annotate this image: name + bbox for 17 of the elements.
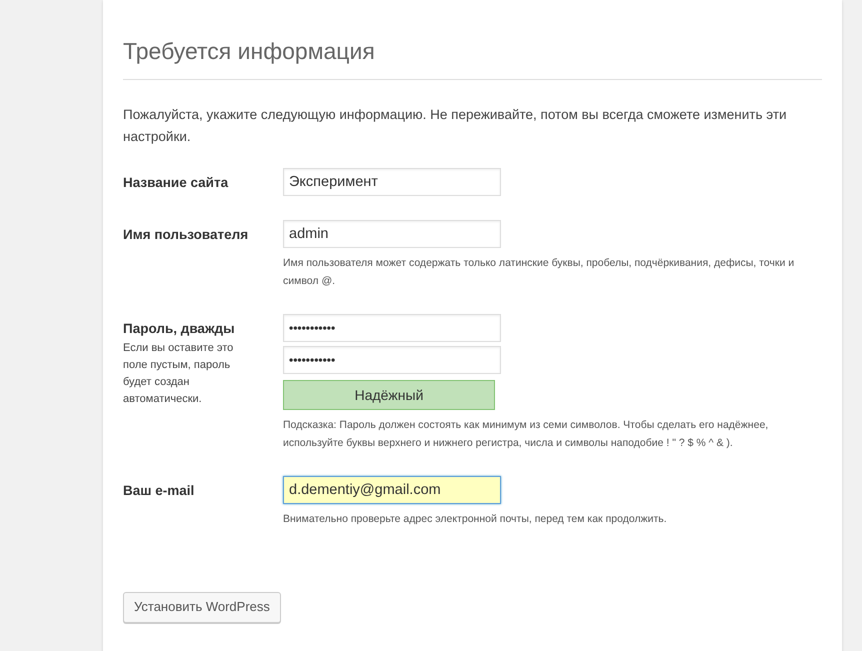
email-field[interactable]: d.dementiy@gmail.com	[283, 476, 501, 504]
field-label: Пароль, дважды	[123, 321, 236, 336]
password-field[interactable]: •••••••••••	[283, 314, 501, 342]
field-hint: Имя пользователя может содержать только латинские буквы, пробелы, подчёркивания, дефисы, точки и символ @.	[283, 256, 796, 289]
password-field[interactable]: •••••••••••	[283, 346, 501, 374]
input-field[interactable]: admin	[283, 220, 501, 248]
field-label: Название сайта	[123, 175, 230, 190]
field-label: Ваш e-mail	[123, 483, 196, 498]
input-field[interactable]: Эксперимент	[283, 168, 501, 196]
field-hint: Подсказка: Пароль должен состоять как минимум из семи символов. Чтобы сделать его надёжнее, используйте буквы верхнего и нижнего регистра, числа и символы наподобие ! " ? $ % ^ & ).	[283, 418, 770, 451]
section-heading: Требуется информация	[123, 38, 822, 80]
install-button[interactable]: Установить WordPress	[123, 592, 281, 623]
intro-text: Пожалуйста, укажите следующую информацию. Не переживайте, потом вы всегда сможете изменить эти настройки.	[123, 106, 788, 146]
field-hint: Внимательно проверьте адрес электронной почты, перед тем как продолжить.	[283, 512, 668, 527]
field-label: Имя пользователя	[123, 227, 250, 242]
strength-meter: Надёжный	[283, 380, 495, 410]
field-note: Если вы оставите это поле пустым, пароль будет создан автоматически.	[123, 341, 234, 407]
